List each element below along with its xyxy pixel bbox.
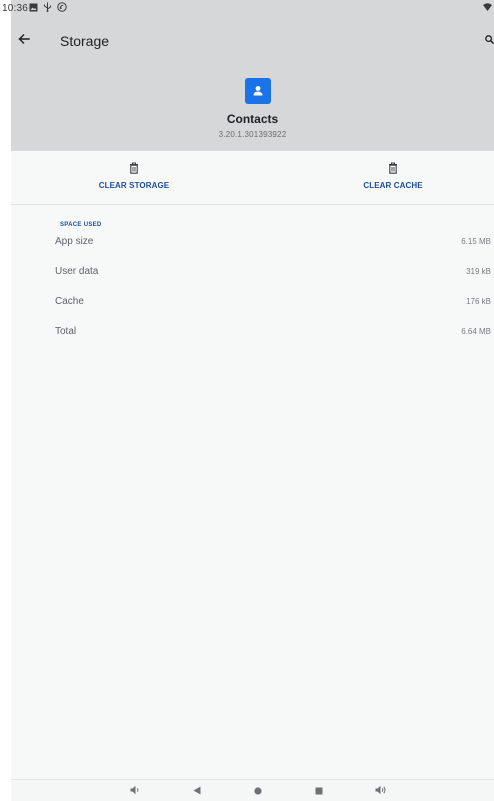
app-size-row: App size 6.15 MB [55,236,491,252]
back-button[interactable] [13,30,35,52]
row-label: Cache [55,296,84,307]
row-value: 6.64 MB [461,327,491,336]
clear-storage-label: CLEAR STORAGE [98,181,170,190]
row-value: 176 kB [466,297,491,306]
trash-icon [303,161,483,175]
row-label: User data [55,266,99,277]
image-icon [29,3,38,15]
page-title: Storage [60,33,110,49]
back-triangle-icon [193,782,201,800]
wifi-icon [483,3,492,14]
volume-down-button[interactable] [128,784,142,798]
clear-cache-label: CLEAR CACHE [363,181,423,190]
status-bar: 10:36 [2,0,494,18]
space-used-heading: SPACE USED [60,222,102,228]
volume-down-icon [130,782,141,800]
system-nav-bar [11,779,494,801]
nav-back-button[interactable] [191,784,203,798]
cache-row: Cache 176 kB [55,296,491,312]
row-label: App size [55,236,94,247]
nav-recents-button[interactable] [313,784,325,798]
search-button[interactable] [478,30,494,50]
app-version: 3.20.1.301393922 [218,130,287,139]
row-label: Total [55,326,77,337]
volume-up-icon [375,782,387,800]
arrow-back-icon [18,32,30,50]
row-value: 6.15 MB [461,237,491,246]
app-name: Contacts [226,112,279,126]
storage-actions: CLEAR STORAGE CLEAR CACHE [11,151,494,205]
trash-icon [44,161,224,175]
row-value: 319 kB [466,267,491,276]
nav-home-button[interactable] [252,784,264,798]
clear-storage-button[interactable]: CLEAR STORAGE [44,161,224,197]
app-header: Storage Contacts 3.20.1.301393922 [11,18,494,151]
contacts-icon [245,78,271,104]
app-screen: 10:36 Storage Contacts 3.20.1.301393922 … [2,0,494,801]
search-icon [485,31,494,49]
total-row: Total 6.64 MB [55,326,491,342]
home-circle-icon [254,782,262,800]
user-data-row: User data 319 kB [55,266,491,282]
clear-cache-button[interactable]: CLEAR CACHE [303,161,483,197]
volume-up-button[interactable] [374,784,388,798]
cast-icon [57,2,67,15]
recents-square-icon [315,782,323,800]
status-time: 10:36 [2,3,29,14]
usb-icon [43,2,52,15]
